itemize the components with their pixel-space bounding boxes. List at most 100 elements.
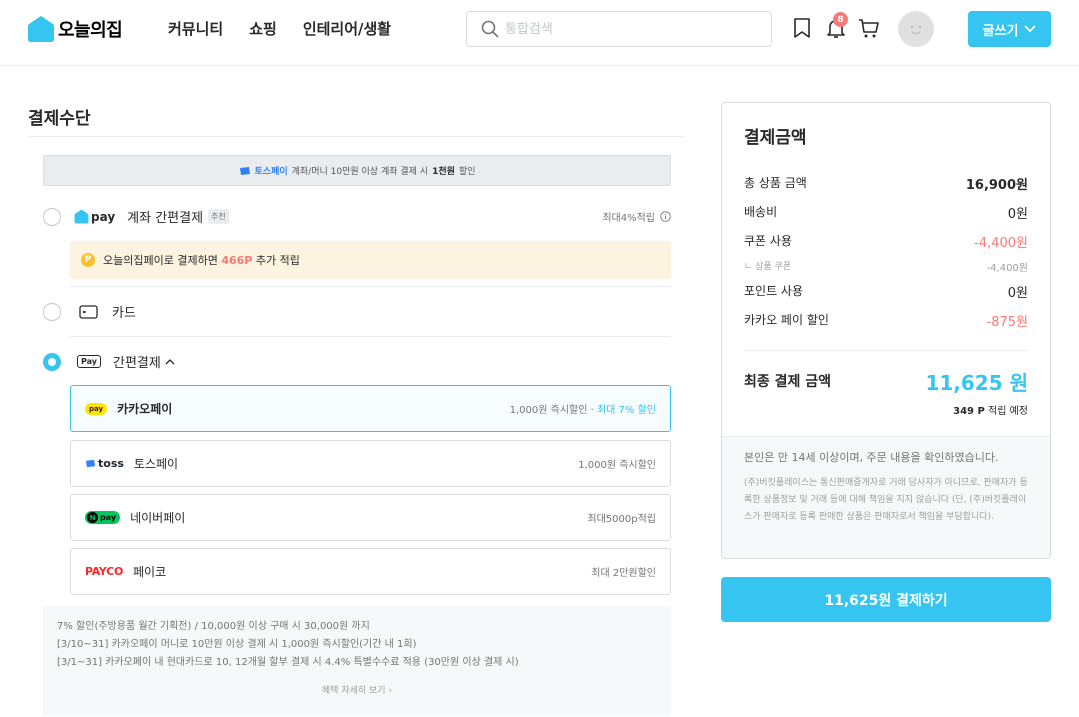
naverpay-option[interactable]: N pay 네이버페이 최대5000p적립 [70, 494, 671, 541]
kakaopay-logo: pay [85, 402, 108, 415]
nav-community[interactable]: 커뮤니티 [168, 18, 223, 39]
easypay-option[interactable]: Pay 간편결제 [43, 352, 671, 371]
benefit-detail-label: 혜택 자세히 보기 [321, 686, 386, 696]
point-coin-icon: P [81, 253, 95, 267]
summary-row-value: 0원 [1007, 207, 1028, 222]
summary-footer: 본인은 만 14세 이상이며, 주문 내용을 확인하였습니다. (주)버킷플레이… [722, 436, 1050, 558]
payco-logo: PAYCO [85, 565, 124, 578]
easypay-radio[interactable] [43, 352, 61, 371]
final-amount: 11,625 원 [925, 371, 1028, 395]
kakaopay-name: 카카오페이 [117, 402, 173, 416]
point-notice-suffix: 추가 적립 [255, 254, 300, 267]
toss-logo: toss [85, 457, 124, 470]
chevron-down-icon [1024, 25, 1037, 33]
main-nav: 커뮤니티 쇼핑 인테리어/생활 [168, 18, 391, 39]
chevron-up-icon[interactable] [165, 358, 175, 365]
toss-banner-brand: 토스페이 [254, 167, 288, 177]
avatar[interactable] [898, 11, 934, 47]
user-face-icon [910, 25, 922, 35]
summary-row-value: -4,400원 [986, 263, 1028, 274]
legal-notice: (주)버킷플레이스는 통신판매중개자로 거래 당사자가 아니므로, 판매자가 등… [744, 478, 1028, 522]
toss-logo-icon [86, 459, 95, 468]
logo[interactable]: 오늘의집 [28, 15, 123, 43]
bookmark-icon[interactable] [791, 17, 813, 39]
naverpay-name: 네이버페이 [130, 511, 186, 525]
payco-name: 페이코 [133, 565, 167, 579]
summary-row: 포인트 사용 0원 [744, 282, 1028, 301]
payco-benefit: 최대 2만원할인 [591, 568, 656, 579]
final-amount-label: 최종 결제 금액 [744, 374, 832, 390]
summary-row: 총 상품 금액 16,900원 [744, 174, 1028, 193]
kakaopay-benefit-extra: 최대 7% 할인 [596, 405, 656, 416]
ohpay-option[interactable]: pay 계좌 간편결제 추천 최대4%적립 [43, 207, 671, 226]
toss-logo-icon [239, 166, 250, 175]
tosspay-option[interactable]: toss 토스페이 1,000원 즉시할인 [70, 440, 671, 487]
search-input[interactable] [505, 21, 745, 37]
benefit-detail-link[interactable]: 혜택 자세히 보기 › [43, 682, 671, 700]
summary-row-label: 배송비 [744, 205, 778, 219]
toss-promo-banner[interactable]: 토스페이 계좌/머니 10만원 이상 계좌 결제 시 1천원 할인 [43, 155, 671, 186]
chevron-right-icon: › [388, 686, 393, 696]
final-point-suffix: 적립 예정 [988, 406, 1028, 417]
summary-row-value: 0원 [1007, 286, 1028, 301]
payment-section-title: 결제수단 [28, 109, 91, 129]
payment-summary: 결제금액 총 상품 금액 16,900원 배송비 0원 쿠폰 사용 -4,400… [721, 102, 1051, 559]
row-divider [70, 336, 671, 337]
summary-row: 배송비 0원 [744, 203, 1028, 222]
final-point: 349 P 적립 예정 [953, 402, 1028, 417]
ohpay-logo-text: pay [91, 209, 116, 224]
tosspay-benefit: 1,000원 즉시할인 [578, 460, 656, 471]
toss-logo-text: toss [98, 457, 124, 470]
notice-line: [3/10~31] 카카오페이 머니로 10만원 이상 결제 시 1,000원 … [57, 639, 417, 650]
card-label: 카드 [112, 306, 136, 321]
nav-shopping[interactable]: 쇼핑 [249, 18, 277, 39]
summary-row-label: ㄴ 상품 쿠폰 [744, 262, 792, 272]
ohpay-point-notice: P 오늘의집페이로 결제하면 466P 추가 적립 [70, 241, 671, 279]
house-logo-icon [28, 16, 54, 42]
summary-row: 쿠폰 사용 -4,400원 [744, 232, 1028, 251]
card-option[interactable]: 카드 [43, 302, 671, 321]
point-notice-prefix: 오늘의집페이로 결제하면 [103, 254, 218, 267]
section-divider [28, 136, 685, 137]
summary-row-label: 총 상품 금액 [744, 176, 807, 190]
tosspay-name: 토스페이 [133, 457, 179, 471]
info-icon[interactable] [660, 211, 671, 222]
summary-row-label: 카카오 페이 할인 [744, 313, 829, 327]
payco-option[interactable]: PAYCO 페이코 최대 2만원할인 [70, 548, 671, 595]
ohpay-label: 계좌 간편결제 [127, 211, 204, 226]
ohpay-radio[interactable] [43, 207, 61, 226]
notice-line: 7% 할인(주방용품 월간 기획전) / 10,000원 이상 구매 시 30,… [57, 621, 370, 632]
kakaopay-option[interactable]: pay 카카오페이 1,000원 즉시할인 · 최대 7% 할인 [70, 385, 671, 432]
pay-button[interactable]: 11,625원 결제하기 [721, 577, 1051, 622]
card-radio[interactable] [43, 302, 61, 321]
notice-line: [3/1~31] 카카오페이 내 현대카드로 10, 12개월 할부 결제 시 … [57, 657, 519, 668]
search-box[interactable] [466, 11, 772, 47]
search-icon [481, 20, 499, 38]
summary-subrow: ㄴ 상품 쿠폰 -4,400원 [744, 259, 1028, 274]
top-header: 오늘의집 커뮤니티 쇼핑 인테리어/생활 8 글쓰기 [0, 0, 1079, 66]
naverpay-logo-text: pay [100, 513, 117, 522]
house-logo-icon [74, 209, 89, 224]
naverpay-benefit: 최대5000p적립 [587, 514, 656, 525]
naver-n-icon: N [87, 512, 98, 523]
ohpay-benefit: 최대4%적립 [602, 213, 655, 224]
toss-banner-suffix: 할인 [458, 167, 476, 177]
ohpay-logo: pay [74, 209, 115, 224]
point-notice-amount: 466P [221, 254, 253, 267]
final-point-amount: 349 P [953, 406, 985, 417]
naverpay-logo: N pay [85, 511, 121, 524]
summary-row: 카카오 페이 할인 -875원 [744, 311, 1028, 330]
kakaopay-benefit: 1,000원 즉시할인 [509, 405, 588, 416]
nav-interior[interactable]: 인테리어/생활 [303, 18, 391, 39]
summary-row-value: 16,900원 [965, 178, 1028, 193]
pay-badge-icon: Pay [77, 355, 102, 368]
credit-card-icon [79, 304, 98, 319]
summary-row-value: -875원 [986, 315, 1028, 330]
cart-icon[interactable] [858, 17, 880, 39]
summary-row-value: -4,400원 [974, 236, 1028, 251]
row-divider [70, 286, 671, 287]
recommend-tag: 추천 [208, 209, 229, 224]
write-button-label: 글쓰기 [982, 22, 1019, 38]
toss-banner-highlight: 1천원 [432, 167, 455, 177]
write-button[interactable]: 글쓰기 [968, 11, 1051, 47]
